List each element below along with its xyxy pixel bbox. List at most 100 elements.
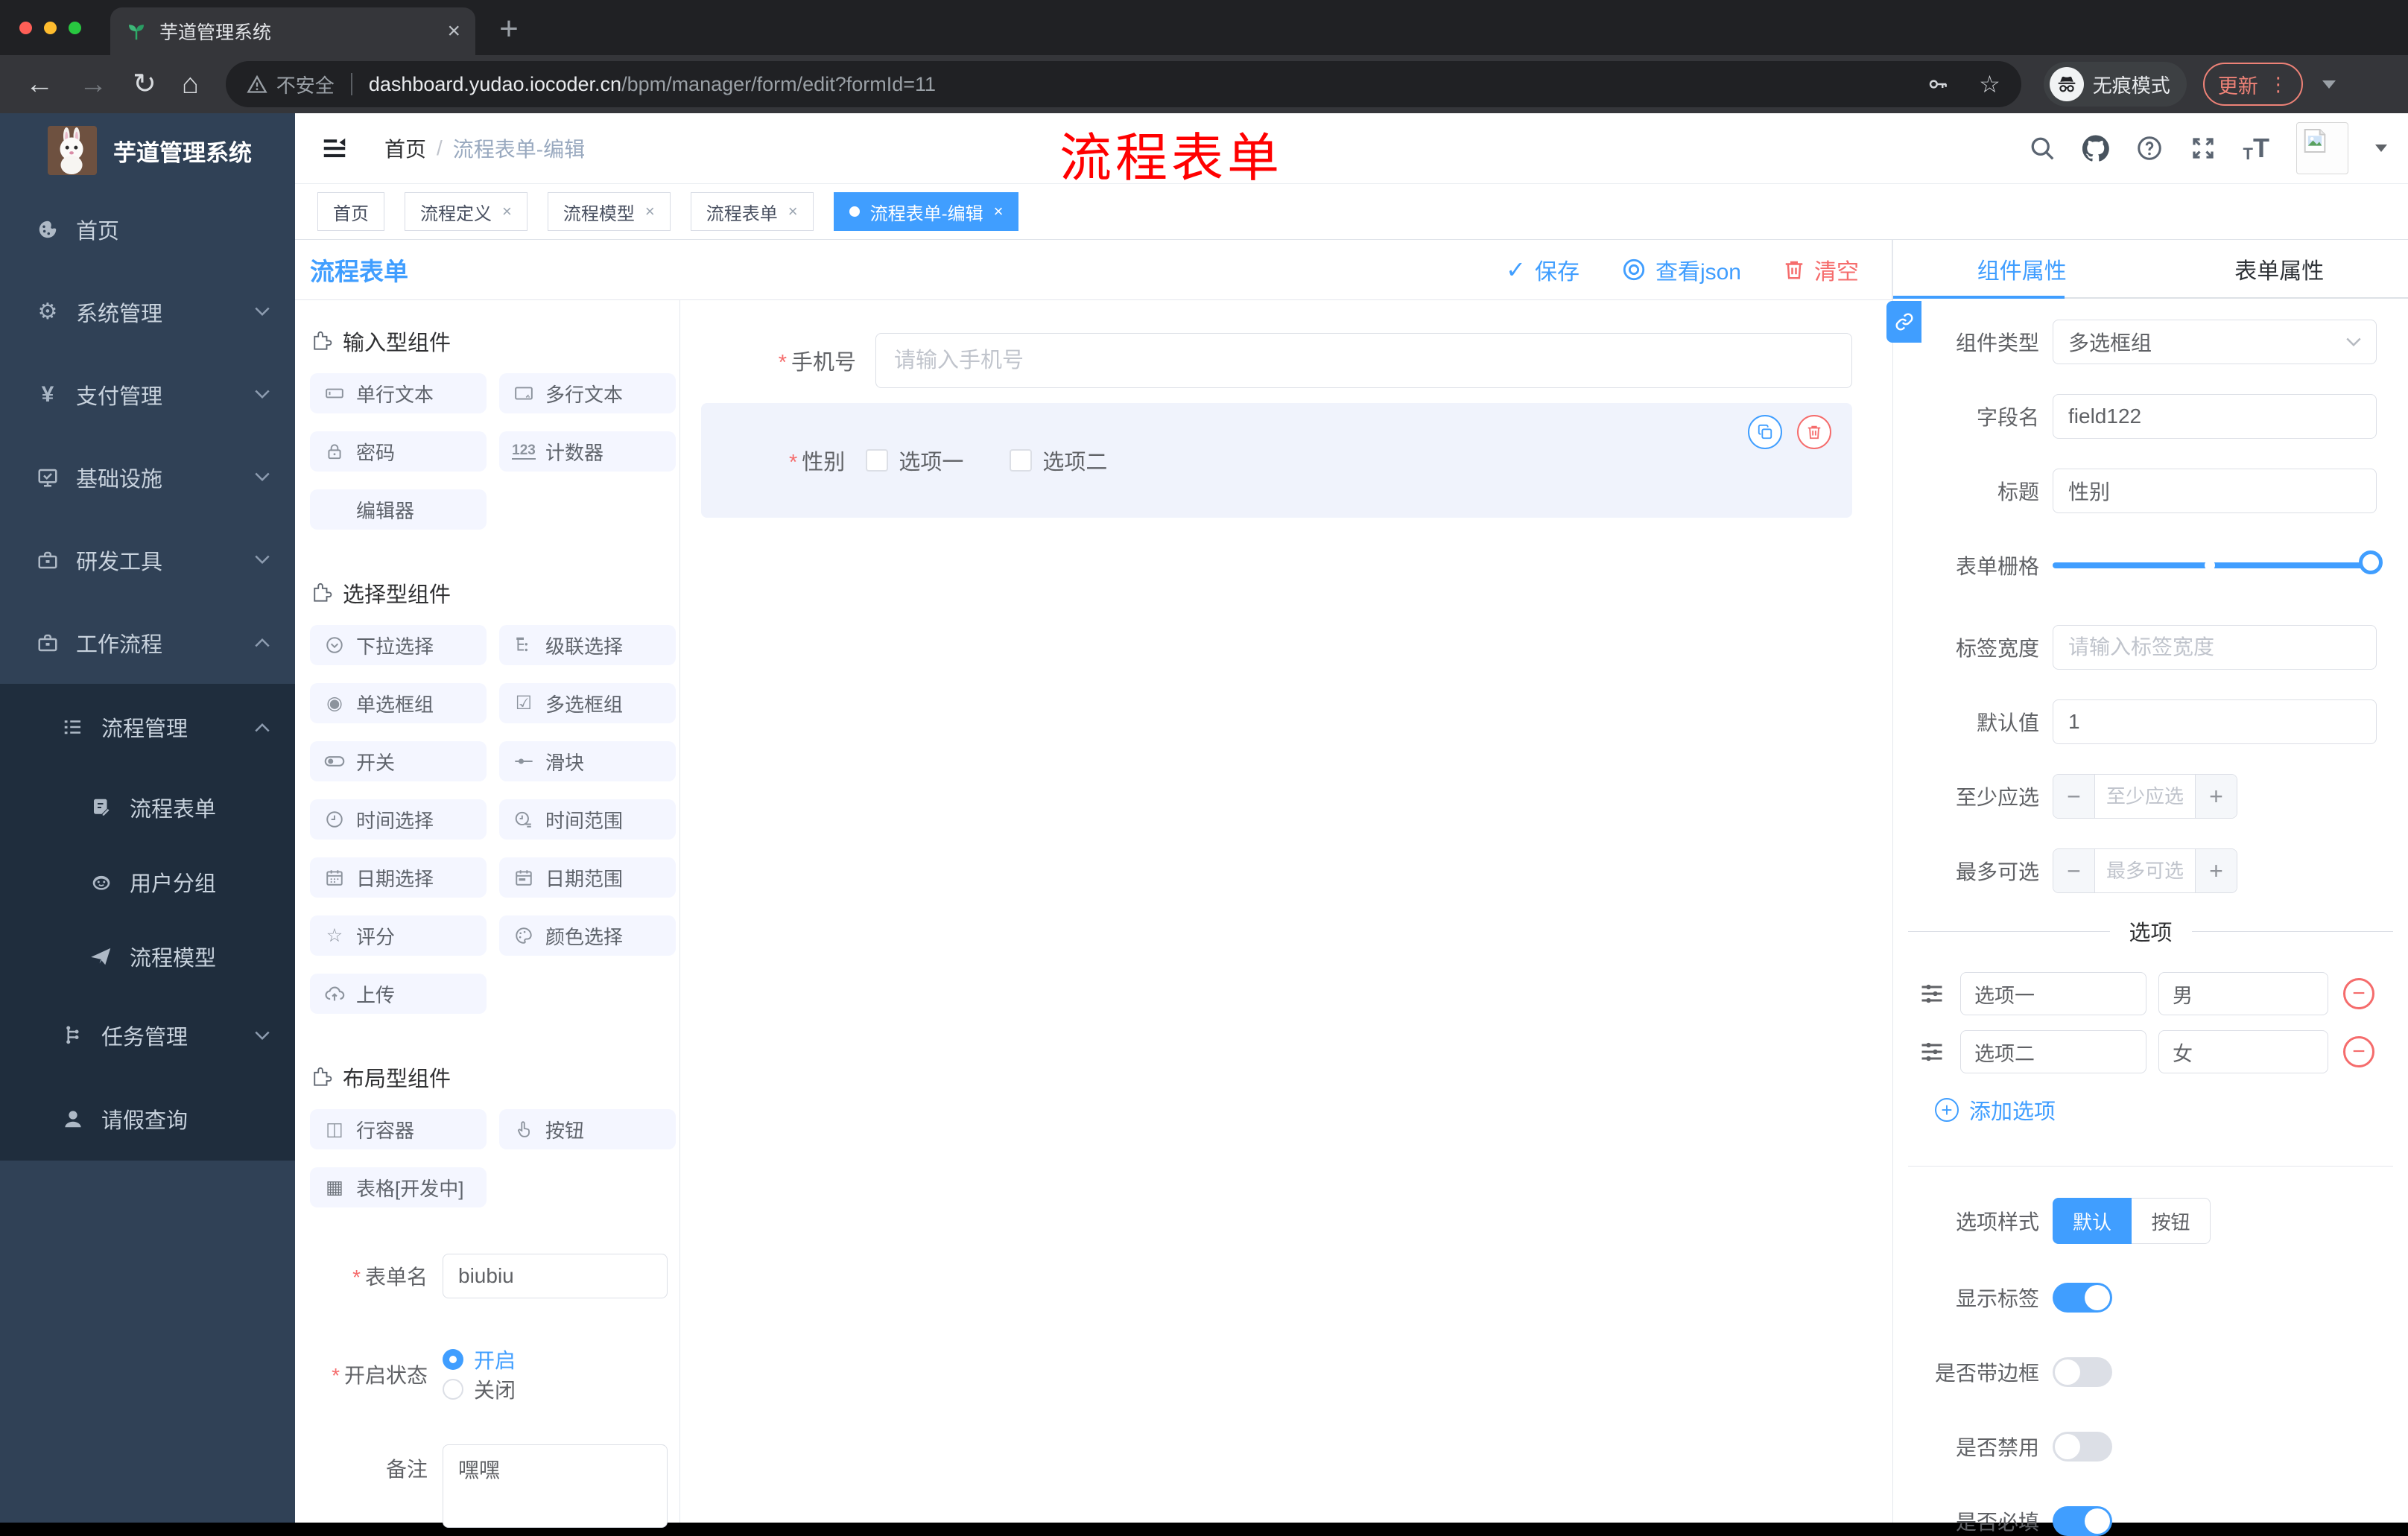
home-button[interactable]: ⌂ <box>182 70 199 98</box>
fullscreen-icon[interactable] <box>2190 135 2217 162</box>
remove-option-button[interactable]: − <box>2343 1036 2374 1067</box>
browser-menu-icon[interactable]: ⋮ <box>2269 73 2288 96</box>
update-button[interactable]: 更新 ⋮ <box>2203 63 2303 106</box>
component-upload[interactable]: 上传 <box>310 974 487 1014</box>
sidebar-item-task-mgmt[interactable]: 任务管理 <box>0 994 295 1077</box>
component-time-picker[interactable]: 时间选择 <box>310 799 487 840</box>
selected-checkbox-component[interactable]: *性别 选项一 选项二 <box>701 403 1852 518</box>
avatar[interactable] <box>2296 122 2348 174</box>
sidebar-item-workflow[interactable]: 工作流程 <box>0 601 295 684</box>
component-multi-text[interactable]: 多行文本 <box>499 373 676 413</box>
sidebar-item-process-mgmt[interactable]: 流程管理 <box>0 684 295 770</box>
delete-component-button[interactable] <box>1797 415 1831 449</box>
link-button[interactable] <box>1886 301 1921 343</box>
status-on-radio[interactable]: 开启 <box>443 1345 668 1374</box>
search-icon[interactable] <box>2029 135 2056 162</box>
sidebar-item-devtools[interactable]: 研发工具 <box>0 518 295 601</box>
stepper-plus-button[interactable]: + <box>2195 775 2237 818</box>
tab-close-icon[interactable]: × <box>447 20 460 42</box>
title-input[interactable] <box>2053 469 2377 513</box>
component-radio-group[interactable]: ◉单选框组 <box>310 683 487 723</box>
option-label-input[interactable] <box>1960 972 2146 1015</box>
save-button[interactable]: ✓ 保存 <box>1506 253 1580 286</box>
component-button[interactable]: 按钮 <box>499 1109 676 1149</box>
option-label-input[interactable] <box>1960 1030 2146 1073</box>
tab-form-props[interactable]: 表单属性 <box>2151 240 2408 297</box>
tab-component-props[interactable]: 组件属性 <box>1893 240 2151 297</box>
component-slider[interactable]: 滑块 <box>499 741 676 781</box>
gender-option-2[interactable]: 选项二 <box>1010 445 1107 476</box>
component-table[interactable]: ▦表格[开发中] <box>310 1167 487 1207</box>
tag-process-model[interactable]: 流程模型× <box>548 192 671 231</box>
forward-button[interactable]: → <box>79 70 107 98</box>
border-switch[interactable] <box>2053 1357 2112 1387</box>
component-checkbox-group[interactable]: ☑多选框组 <box>499 683 676 723</box>
required-switch[interactable] <box>2053 1506 2112 1536</box>
key-icon[interactable] <box>1927 73 1949 95</box>
disabled-switch[interactable] <box>2053 1432 2112 1462</box>
traffic-close-button[interactable] <box>19 22 32 34</box>
remove-option-button[interactable]: − <box>2343 978 2374 1009</box>
component-editor[interactable]: 编辑器 <box>310 489 487 530</box>
sidebar-item-user-group[interactable]: 用户分组 <box>0 845 295 919</box>
address-bar[interactable]: 不安全 dashboard.yudao.iocoder.cn/bpm/manag… <box>226 61 2021 107</box>
tag-close-icon[interactable]: × <box>645 202 655 221</box>
tag-home[interactable]: 首页 <box>317 192 384 231</box>
sidebar-item-system[interactable]: ⚙ 系统管理 <box>0 270 295 353</box>
tag-process-definition[interactable]: 流程定义× <box>405 192 527 231</box>
stepper-minus-button[interactable]: − <box>2053 849 2095 892</box>
copy-component-button[interactable] <box>1748 415 1782 449</box>
drag-handle-icon[interactable] <box>1919 1038 1945 1065</box>
sidebar-item-process-form[interactable]: 流程表单 <box>0 770 295 845</box>
add-option-button[interactable]: + 添加选项 <box>1935 1094 2408 1126</box>
view-json-button[interactable]: 查看json <box>1621 253 1741 286</box>
tag-process-form-edit[interactable]: 流程表单-编辑× <box>834 192 1019 231</box>
github-icon[interactable] <box>2082 135 2109 162</box>
component-password[interactable]: 密码 <box>310 431 487 472</box>
sidebar-item-leave-query[interactable]: 请假查询 <box>0 1077 295 1161</box>
bookmark-star-icon[interactable]: ☆ <box>1979 72 2000 96</box>
phone-input[interactable] <box>875 333 1852 388</box>
avatar-caret-icon[interactable] <box>2375 145 2387 152</box>
drag-handle-icon[interactable] <box>1919 980 1945 1007</box>
font-size-icon[interactable]: TT <box>2243 133 2269 164</box>
component-single-text[interactable]: 单行文本 <box>310 373 487 413</box>
sidebar-item-payment[interactable]: ¥ 支付管理 <box>0 353 295 436</box>
sidebar-item-process-model[interactable]: 流程模型 <box>0 919 295 994</box>
component-cascader[interactable]: 级联选择 <box>499 625 676 665</box>
breadcrumb-home[interactable]: 首页 <box>384 133 426 163</box>
default-value-input[interactable] <box>2053 699 2377 744</box>
component-switch[interactable]: 开关 <box>310 741 487 781</box>
field-name-input[interactable] <box>2053 394 2377 439</box>
back-button[interactable]: ← <box>25 70 54 98</box>
component-date-range[interactable]: 日期范围 <box>499 857 676 898</box>
option-value-input[interactable] <box>2158 1030 2328 1073</box>
clear-button[interactable]: 清空 <box>1783 253 1859 286</box>
gender-option-1[interactable]: 选项一 <box>866 445 963 476</box>
tag-close-icon[interactable]: × <box>502 202 512 221</box>
sidebar-item-infra[interactable]: 基础设施 <box>0 436 295 518</box>
component-select[interactable]: 下拉选择 <box>310 625 487 665</box>
style-default-button[interactable]: 默认 <box>2053 1198 2132 1244</box>
traffic-minimize-button[interactable] <box>44 22 57 34</box>
help-icon[interactable] <box>2136 135 2163 162</box>
form-remark-textarea[interactable]: 嘿嘿 <box>443 1444 668 1528</box>
grid-slider[interactable] <box>2053 562 2377 568</box>
style-button-button[interactable]: 按钮 <box>2132 1198 2211 1244</box>
component-time-range[interactable]: 时间范围 <box>499 799 676 840</box>
reload-button[interactable]: ↻ <box>133 70 156 98</box>
component-color-picker[interactable]: 颜色选择 <box>499 915 676 956</box>
slider-handle[interactable] <box>2359 550 2383 574</box>
component-rate[interactable]: ☆评分 <box>310 915 487 956</box>
component-counter[interactable]: 123计数器 <box>499 431 676 472</box>
checkbox-icon[interactable] <box>866 449 888 472</box>
tag-process-form[interactable]: 流程表单× <box>691 192 814 231</box>
collapse-sidebar-icon[interactable] <box>320 134 349 162</box>
component-row-container[interactable]: ◫行容器 <box>310 1109 487 1149</box>
sidebar-logo[interactable]: 芋道管理系统 <box>0 113 295 188</box>
status-off-radio[interactable]: 关闭 <box>443 1374 668 1404</box>
stepper-minus-button[interactable]: − <box>2053 775 2095 818</box>
min-checked-input[interactable] <box>2095 775 2195 818</box>
traffic-zoom-button[interactable] <box>69 22 81 34</box>
sidebar-item-home[interactable]: 首页 <box>0 188 295 270</box>
